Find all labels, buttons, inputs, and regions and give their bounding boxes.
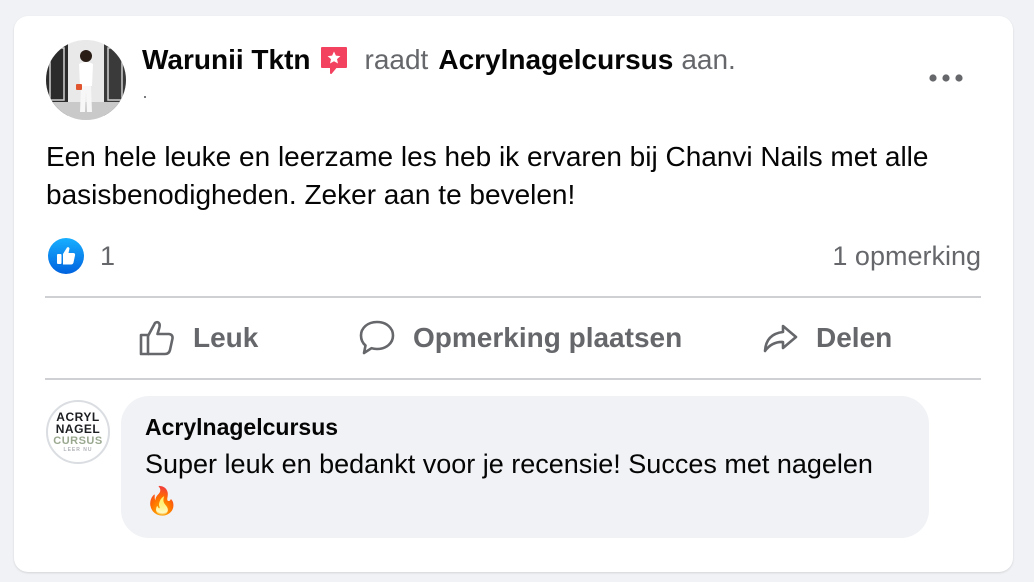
logo-text-cursus: CURSUS	[53, 435, 103, 447]
actions-divider	[45, 378, 981, 380]
recommend-suffix: aan.	[681, 44, 736, 75]
thumbs-up-reaction-icon[interactable]	[48, 238, 84, 274]
more-options-button[interactable]	[924, 60, 968, 96]
thumbs-up-icon	[139, 320, 174, 356]
post-card: Warunii Tktn raadt Acrylnagelcursus aan.…	[14, 16, 1013, 572]
commenter-avatar[interactable]: ACRYL NAGEL CURSUS LEER NU	[46, 400, 110, 464]
comment-text: Super leuk en bedankt voor je recensie! …	[145, 449, 873, 516]
like-button[interactable]: Leuk	[137, 298, 258, 378]
comment-count[interactable]: 1 opmerking	[832, 238, 981, 274]
recommend-star-icon	[319, 45, 349, 75]
author-name[interactable]: Warunii Tktn	[142, 42, 311, 78]
logo-text-tagline: LEER NU	[63, 447, 93, 453]
action-bar: Leuk Opmerking plaatsen Delen	[45, 298, 981, 378]
more-options-icon	[929, 74, 963, 82]
author-avatar[interactable]	[46, 40, 126, 120]
share-arrow-icon	[763, 324, 798, 353]
speech-bubble-icon	[359, 320, 395, 355]
comment-author[interactable]: Acrylnagelcursus	[145, 412, 905, 442]
recommend-verb: raadt	[364, 44, 429, 75]
post-privacy-dot: ·	[142, 86, 148, 106]
like-count[interactable]: 1	[100, 238, 115, 274]
author-photo	[46, 40, 126, 120]
share-label: Delen	[816, 322, 893, 353]
post-text: Een hele leuke en leerzame les heb ik er…	[46, 141, 929, 210]
comment-label: Opmerking plaatsen	[413, 322, 683, 353]
logo-text-nagel: NAGEL	[55, 422, 101, 436]
post-header: Warunii Tktn raadt Acrylnagelcursus aan.	[142, 42, 736, 78]
share-button[interactable]: Delen	[760, 298, 892, 378]
comment-bubble: Acrylnagelcursus Super leuk en bedankt v…	[121, 396, 929, 538]
recommended-page-name[interactable]: Acrylnagelcursus	[438, 42, 673, 78]
comment-button[interactable]: Opmerking plaatsen	[357, 298, 682, 378]
like-label: Leuk	[193, 322, 259, 353]
